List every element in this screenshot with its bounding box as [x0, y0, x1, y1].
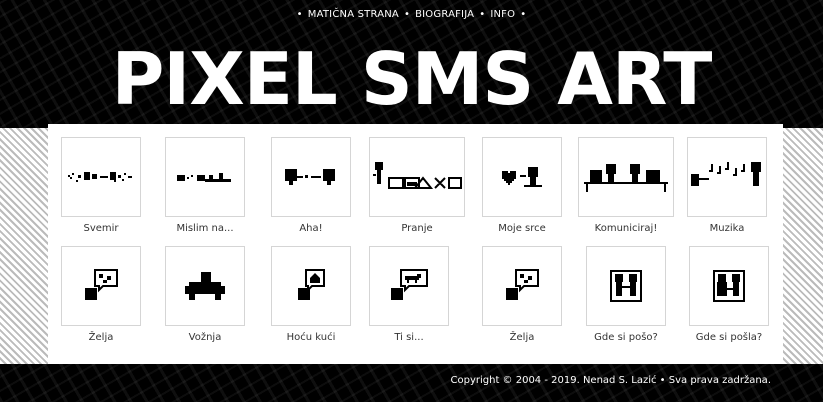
- gallery-caption: Muzika: [709, 223, 745, 234]
- gallery-caption: Mislim na...: [176, 223, 234, 234]
- thinking-pixel-art-icon[interactable]: [165, 137, 245, 217]
- gallery-item[interactable]: Vožnja: [165, 246, 245, 343]
- gallery-item[interactable]: Moje srce: [482, 137, 562, 234]
- gallery-item[interactable]: Komuniciraj!: [578, 137, 674, 234]
- gallery-item[interactable]: Ti si...: [369, 246, 449, 343]
- music-pixel-art-icon[interactable]: [687, 137, 767, 217]
- nav-bullet: •: [479, 9, 486, 20]
- decorative-stripes-right: [783, 128, 823, 364]
- heart-pixel-art-icon[interactable]: [482, 137, 562, 217]
- nav-bullet: •: [403, 9, 411, 20]
- gallery-caption: Ti si...: [394, 332, 424, 343]
- gallery-item[interactable]: Svemir: [61, 137, 141, 234]
- horse-pixel-art-icon[interactable]: [369, 246, 449, 326]
- nav-bullet: •: [520, 9, 527, 20]
- gallery-caption: Želja: [509, 332, 535, 343]
- gallery-caption: Moje srce: [498, 223, 546, 234]
- driving-pixel-art-icon[interactable]: [165, 246, 245, 326]
- gallery-caption: Želja: [88, 332, 114, 343]
- gallery-item[interactable]: Želja: [61, 246, 141, 343]
- gallery-caption: Vožnja: [188, 332, 222, 343]
- gallery-item[interactable]: Gde si pošo?: [586, 246, 666, 343]
- gallery-item[interactable]: Gde si pošla?: [689, 246, 769, 343]
- nav-bullet: •: [296, 9, 303, 20]
- gallery-item[interactable]: Mislim na...: [165, 137, 245, 234]
- couple-pixel-art-icon[interactable]: [586, 246, 666, 326]
- gallery-caption: Pranje: [401, 223, 433, 234]
- gallery-item[interactable]: Aha!: [271, 137, 351, 234]
- gallery-item[interactable]: Želja: [482, 246, 562, 343]
- nav-item-info[interactable]: INFO: [490, 9, 515, 20]
- nav-item-home[interactable]: MATIČNA STRANA: [308, 9, 399, 20]
- gallery-caption: Gde si pošo?: [594, 332, 658, 343]
- space-pixel-art-icon[interactable]: [61, 137, 141, 217]
- gallery-item[interactable]: Hoću kući: [271, 246, 351, 343]
- wish-pixel-art-icon[interactable]: [482, 246, 562, 326]
- site-title: PIXEL SMS ART: [111, 37, 713, 121]
- gallery-caption: Svemir: [83, 223, 119, 234]
- gallery-item[interactable]: Pranje: [369, 137, 465, 234]
- wish-pixel-art-icon[interactable]: [61, 246, 141, 326]
- washing-pixel-art-icon[interactable]: [369, 137, 465, 217]
- decorative-stripes-left: [0, 128, 48, 364]
- gallery-panel: Svemir Mislim na... Aha! Pranje Moje src…: [48, 124, 783, 364]
- gallery-caption: Komuniciraj!: [594, 223, 658, 234]
- gallery-item[interactable]: Muzika: [687, 137, 767, 234]
- aha-pixel-art-icon[interactable]: [271, 137, 351, 217]
- nav-item-biography[interactable]: BIOGRAFIJA: [415, 9, 474, 20]
- home-pixel-art-icon[interactable]: [271, 246, 351, 326]
- gallery-caption: Gde si pošla?: [695, 332, 763, 343]
- gallery-caption: Hoću kući: [286, 332, 336, 343]
- gallery-caption: Aha!: [299, 223, 323, 234]
- top-navigation: • MATIČNA STRANA • BIOGRAFIJA • INFO •: [0, 9, 823, 20]
- couple-pixel-art-icon[interactable]: [689, 246, 769, 326]
- footer: Copyright © 2004 - 2019. Nenad S. Lazić …: [48, 364, 783, 402]
- communicate-pixel-art-icon[interactable]: [578, 137, 674, 217]
- copyright-text: Copyright © 2004 - 2019. Nenad S. Lazić …: [450, 375, 772, 386]
